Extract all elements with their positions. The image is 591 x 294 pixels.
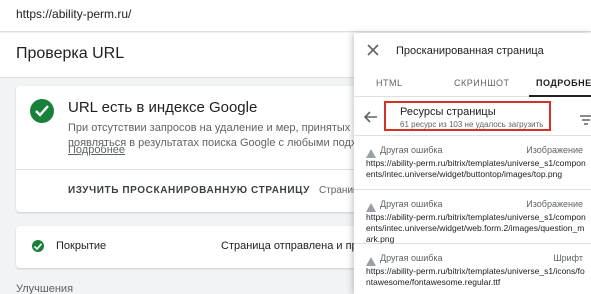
page-title: Проверка URL xyxy=(16,45,125,62)
description-line-1: При отсутствии запросов на удаление и ме… xyxy=(68,122,368,134)
resources-highlight-box: Ресурсы страницы 61 ресурс из 103 не уда… xyxy=(384,101,551,131)
resource-url: https://ability-perm.ru/bitrix/templates… xyxy=(366,266,585,287)
resource-item[interactable]: Другая ошибка Шрифт https://ability-perm… xyxy=(354,245,591,294)
panel-title: Просканированная страница xyxy=(396,45,544,57)
resource-item[interactable]: Другая ошибка Изображение https://abilit… xyxy=(354,137,591,190)
tab-screenshot[interactable]: СКРИНШОТ xyxy=(454,78,509,88)
resource-type: Изображение xyxy=(526,145,583,155)
resources-summary: 61 ресурс из 103 не удалось загрузить xyxy=(400,120,544,129)
close-icon[interactable] xyxy=(366,43,380,57)
coverage-label: Покрытие xyxy=(56,240,107,252)
coverage-status: Страница отправлена и проин xyxy=(221,240,377,252)
resource-item[interactable]: Другая ошибка Изображение https://abilit… xyxy=(354,191,591,244)
coverage-card[interactable]: Покрытие Страница отправлена и проин xyxy=(16,226,376,268)
resource-type: Изображение xyxy=(526,199,583,209)
resource-error: Другая ошибка xyxy=(380,145,443,155)
crawled-page-panel: Просканированная страница HTML СКРИНШОТ … xyxy=(354,33,591,294)
tab-html[interactable]: HTML xyxy=(376,78,403,88)
url-text[interactable]: https://ability-perm.ru/ xyxy=(16,7,131,21)
resource-type: Шрифт xyxy=(553,253,583,263)
active-tab-indicator xyxy=(529,95,591,97)
more-link[interactable]: Подробнее xyxy=(68,144,125,156)
index-status-heading: URL есть в индексе Google xyxy=(68,99,258,116)
resource-error: Другая ошибка xyxy=(380,199,443,209)
filter-icon[interactable] xyxy=(580,112,591,130)
resources-title: Ресурсы страницы xyxy=(400,106,496,118)
resource-error: Другая ошибка xyxy=(380,253,443,263)
resource-url: https://ability-perm.ru/bitrix/templates… xyxy=(366,212,586,244)
resources-header: Ресурсы страницы 61 ресурс из 103 не уда… xyxy=(354,98,591,136)
arrow-back-icon[interactable] xyxy=(363,110,378,128)
improvements-heading: Улучшения xyxy=(16,283,74,294)
card-divider xyxy=(16,169,376,170)
index-status-card: URL есть в индексе Google При отсутствии… xyxy=(16,86,376,212)
panel-tabs: HTML СКРИНШОТ ПОДРОБНЕЕ xyxy=(354,69,591,97)
url-bar[interactable]: https://ability-perm.ru/ xyxy=(0,0,591,32)
tab-details[interactable]: ПОДРОБНЕЕ xyxy=(536,78,591,88)
inspect-crawled-page-button[interactable]: ИЗУЧИТЬ ПРОСКАНИРОВАННУЮ СТРАНИЦУ xyxy=(68,185,310,196)
resource-url: https://ability-perm.ru/bitrix/templates… xyxy=(366,158,586,179)
check-circle-icon xyxy=(32,240,44,252)
check-circle-icon xyxy=(30,99,54,123)
crawled-page-label: Страниц xyxy=(319,185,359,196)
